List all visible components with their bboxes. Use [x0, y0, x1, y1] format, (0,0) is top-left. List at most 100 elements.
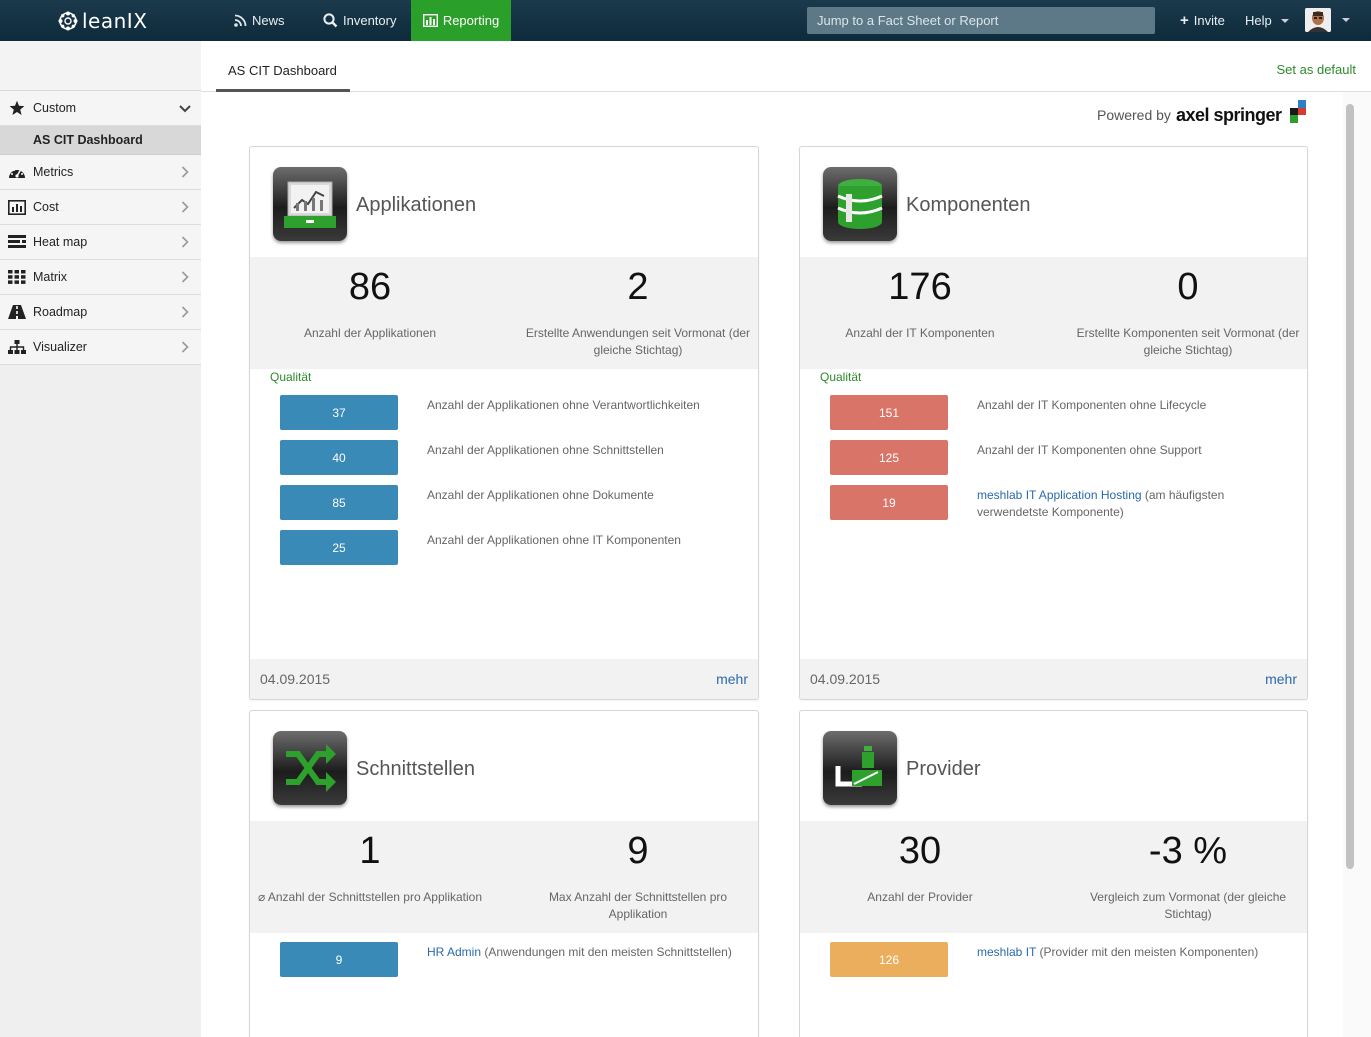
kpi-value: 86	[348, 266, 392, 308]
axel-springer-brand: axel springer	[1175, 104, 1282, 125]
kpi-value: 0	[1177, 266, 1199, 308]
sidebar-item-matrix[interactable]: Matrix	[0, 260, 201, 295]
search-icon	[323, 13, 338, 28]
kpi-label: Vergleich zum Vormonat (der gleiche Stic…	[1089, 890, 1287, 921]
kpi-avg-schnittstellen: 1 ⌀ Anzahl der Schnittstellen pro Applik…	[250, 821, 490, 906]
sidebar-item-label: Heat map	[33, 235, 88, 249]
mehr-link[interactable]: mehr	[716, 671, 748, 687]
kpi-label: Erstellte Anwendungen seit Vormonat (der…	[525, 326, 751, 357]
card-title: Komponenten	[906, 194, 1031, 216]
tab-as-cit-dashboard[interactable]: AS CIT Dashboard	[216, 58, 350, 92]
chevron-right-icon	[181, 341, 189, 353]
chevron-right-icon	[181, 201, 189, 213]
database-icon	[823, 167, 897, 241]
kpi-label: Anzahl der Applikationen	[303, 326, 437, 340]
sidebar-item-label: Visualizer	[33, 340, 87, 354]
card-provider: Provider 30 Anzahl der Provider -3 % Ver…	[799, 710, 1308, 1037]
quality-description: meshlab IT (Provider mit den meisten Kom…	[977, 944, 1297, 961]
quality-row: 151 Anzahl der IT Komponenten ohne Lifec…	[830, 395, 1290, 430]
applications-icon	[273, 167, 347, 241]
sidebar-subitem-as-cit-dashboard[interactable]: AS CIT Dashboard	[0, 126, 201, 155]
sidebar-item-custom[interactable]: Custom	[0, 91, 201, 126]
card-title: Provider	[906, 758, 981, 780]
kpi-label: Anzahl der Provider	[867, 890, 973, 904]
nav-news-label: News	[252, 13, 285, 28]
kpi-value: 30	[898, 830, 942, 872]
nav-news[interactable]: News	[224, 0, 295, 41]
quality-description: Anzahl der Applikationen ohne Dokumente	[427, 488, 654, 502]
interfaces-shuffle-icon	[273, 731, 347, 805]
top-navbar: leanIX News Inventory Reporting + Invite…	[0, 0, 1371, 41]
quality-count-button[interactable]: 125	[830, 440, 948, 475]
kpi-anzahl-applikationen: 86 Anzahl der Applikationen	[250, 257, 490, 342]
card-header: Applikationen	[250, 147, 758, 257]
quality-row: 37 Anzahl der Applikationen ohne Verantw…	[280, 395, 740, 430]
quality-count-button[interactable]: 85	[280, 485, 398, 520]
scrollbar-thumb[interactable]	[1346, 104, 1354, 869]
kpi-value: 176	[888, 266, 952, 308]
quality-description: Anzahl der Applikationen ohne IT Kompone…	[427, 533, 681, 547]
avatar-caret-icon[interactable]	[1342, 18, 1350, 22]
card-applikationen: Applikationen 86 Anzahl der Applikatione…	[249, 146, 759, 700]
quality-count-button[interactable]: 37	[280, 395, 398, 430]
sidebar-item-label: Matrix	[33, 270, 68, 284]
quality-count-button[interactable]: 19	[830, 485, 948, 520]
quality-count-button[interactable]: 9	[280, 942, 398, 977]
quality-count-button[interactable]: 40	[280, 440, 398, 475]
sidebar-item-label: Custom	[33, 101, 77, 115]
chevron-right-icon	[181, 236, 189, 248]
card-date: 04.09.2015	[810, 671, 881, 687]
quality-description-suffix: (Anwendungen mit den meisten Schnittstel…	[481, 945, 732, 959]
bar-chart-icon	[8, 198, 26, 216]
nav-reporting-label: Reporting	[442, 13, 500, 28]
help-menu[interactable]: Help	[1235, 0, 1299, 41]
card-header: Provider	[800, 711, 1307, 821]
chevron-right-icon	[181, 166, 189, 178]
quality-description: Anzahl der Applikationen ohne Verantwort…	[427, 398, 700, 412]
logo-globe-icon	[58, 11, 78, 31]
quality-row: 85 Anzahl der Applikationen ohne Dokumen…	[280, 485, 740, 520]
set-as-default-link[interactable]: Set as default	[1277, 62, 1357, 77]
quality-count-button[interactable]: 151	[830, 395, 948, 430]
top-component-link[interactable]: meshlab IT Application Hosting	[977, 488, 1142, 502]
sidebar-item-visualizer[interactable]: Visualizer	[0, 330, 201, 365]
nav-reporting[interactable]: Reporting	[411, 0, 511, 41]
quality-count-button[interactable]: 126	[830, 942, 948, 977]
search-input[interactable]	[807, 7, 1155, 34]
kpi-label: Erstellte Komponenten seit Vormonat (der…	[1076, 326, 1300, 357]
card-title: Applikationen	[356, 194, 477, 216]
kpi-value: 1	[359, 830, 381, 872]
mehr-link[interactable]: mehr	[1265, 671, 1297, 687]
logo-text: leanIX	[82, 9, 148, 33]
user-avatar[interactable]	[1305, 8, 1331, 32]
sidebar-item-cost[interactable]: Cost	[0, 190, 201, 225]
sitemap-icon	[8, 338, 26, 356]
dashboard-gauge-icon	[8, 163, 26, 181]
sidebar-header	[0, 41, 201, 91]
card-schnittstellen: Schnittstellen 1 ⌀ Anzahl der Schnittste…	[249, 710, 759, 1037]
leanix-logo[interactable]: leanIX	[58, 9, 147, 33]
kpi-neue-anwendungen: 2 Erstellte Anwendungen seit Vormonat (d…	[518, 257, 758, 359]
kpi-band: 30 Anzahl der Provider -3 % Vergleich zu…	[800, 821, 1307, 933]
nav-inventory[interactable]: Inventory	[313, 0, 406, 41]
sidebar-item-heat-map[interactable]: Heat map	[0, 225, 201, 260]
quality-description: Anzahl der Applikationen ohne Schnittste…	[427, 443, 664, 457]
quality-row: 40 Anzahl der Applikationen ohne Schnitt…	[280, 440, 740, 475]
sidebar-item-label: Metrics	[33, 165, 74, 179]
nav-inventory-label: Inventory	[343, 13, 397, 28]
top-provider-link[interactable]: meshlab IT	[977, 945, 1036, 959]
sidebar-item-metrics[interactable]: Metrics	[0, 155, 201, 190]
invite-button[interactable]: + Invite	[1170, 0, 1235, 41]
card-footer: 04.09.2015 mehr	[250, 659, 758, 699]
axel-springer-logo-icon	[1289, 100, 1306, 123]
quality-description: Anzahl der IT Komponenten ohne Support	[977, 443, 1202, 457]
reporting-chart-icon	[422, 14, 438, 27]
top-application-link[interactable]: HR Admin	[427, 945, 481, 959]
quality-count-button[interactable]: 25	[280, 530, 398, 565]
card-header: Schnittstellen	[250, 711, 758, 821]
quality-label: Qualität	[820, 370, 862, 384]
grid-icon	[8, 268, 26, 286]
sidebar-item-label: Cost	[33, 200, 59, 214]
sidebar-item-label: Roadmap	[33, 305, 88, 319]
sidebar-item-roadmap[interactable]: Roadmap	[0, 295, 201, 330]
